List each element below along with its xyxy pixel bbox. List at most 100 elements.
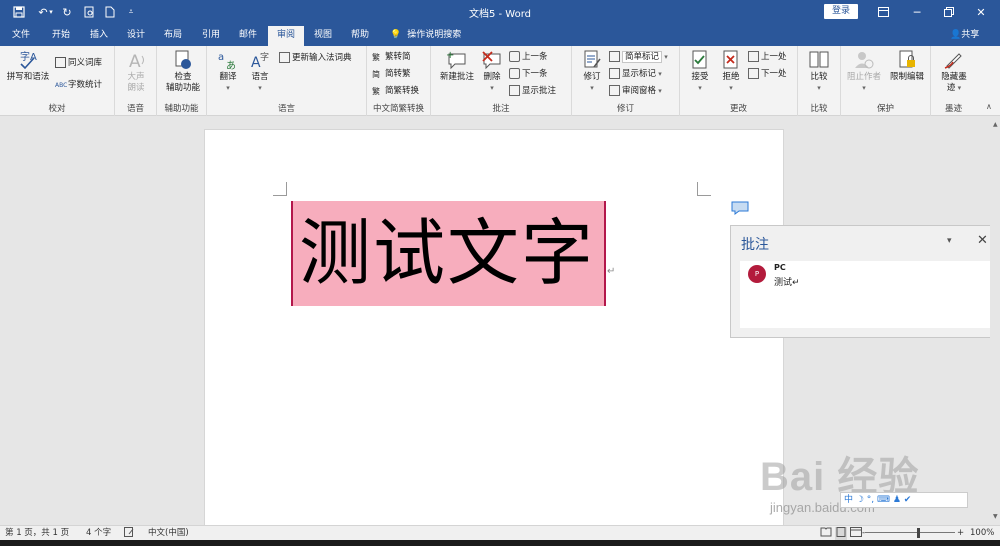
tracking-group-label: 修订 bbox=[616, 104, 634, 114]
language-group-label: 语言 bbox=[277, 104, 295, 114]
block-authors-icon bbox=[855, 52, 874, 69]
web-layout-icon[interactable] bbox=[850, 527, 862, 540]
zoom-out-button[interactable]: - bbox=[862, 527, 865, 540]
comment-balloon-icon[interactable] bbox=[731, 201, 749, 215]
traditional-to-simplified-button[interactable]: 繁繁转简 bbox=[372, 50, 411, 64]
comment-body[interactable]: 测试↵ bbox=[774, 275, 800, 288]
previous-comment-button[interactable]: 上一条 bbox=[509, 50, 548, 64]
proofing-group-label: 校对 bbox=[48, 104, 66, 114]
page-count[interactable]: 第 1 页，共 1 页 bbox=[5, 527, 69, 540]
svg-text:+: + bbox=[446, 50, 454, 61]
document-page[interactable]: 测试文字 ↵ bbox=[204, 129, 784, 529]
zoom-slider[interactable] bbox=[865, 532, 955, 533]
show-comments-button[interactable]: 显示批注 bbox=[509, 84, 556, 98]
group-tracking: 修订 ▾ 简单标记 ▾ 显示标记 ▾ 审阅窗格 ▾ 修订 bbox=[572, 46, 680, 116]
svg-text:字A: 字A bbox=[20, 50, 37, 63]
changes-group-label: 更改 bbox=[729, 104, 747, 114]
pane-close-icon[interactable]: ✕ bbox=[977, 233, 988, 248]
reviewing-pane-button[interactable]: 审阅窗格 ▾ bbox=[609, 84, 662, 98]
check-accessibility-button[interactable]: 检查 辅助功能 bbox=[162, 50, 204, 94]
tab-mailings[interactable]: 邮件 bbox=[233, 24, 263, 46]
language-button[interactable]: A字 语言 ▾ bbox=[245, 50, 275, 94]
document-text[interactable]: 测试文字 bbox=[299, 205, 595, 301]
language-status[interactable]: 中文(中国) bbox=[148, 527, 189, 540]
previous-change-button[interactable]: 上一处 bbox=[748, 50, 787, 64]
collapse-ribbon-icon[interactable]: ∧ bbox=[986, 102, 992, 111]
show-comments-label: 显示批注 bbox=[522, 86, 557, 96]
tab-design[interactable]: 设计 bbox=[121, 24, 151, 46]
compare-button[interactable]: 比较 ▾ bbox=[804, 50, 834, 94]
tab-view[interactable]: 视图 bbox=[308, 24, 338, 46]
update-ime-dictionary-button[interactable]: 更新输入法词典 bbox=[279, 51, 352, 65]
next-change-icon bbox=[748, 68, 759, 79]
track-dropdown-icon: ▾ bbox=[590, 84, 594, 92]
next-comment-icon bbox=[509, 68, 520, 79]
restore-icon[interactable] bbox=[932, 0, 966, 24]
language-icon: A字 bbox=[251, 51, 269, 70]
track-changes-button[interactable]: 修订 ▾ bbox=[578, 50, 606, 94]
spelling-label: 拼写和语法 bbox=[6, 72, 50, 82]
accept-button[interactable]: 接受 ▾ bbox=[686, 50, 714, 94]
tab-references[interactable]: 引用 bbox=[196, 24, 226, 46]
taskbar bbox=[0, 540, 1000, 546]
ime-toolbar[interactable]: 中 ☽ °, ⌨ ♟ ✔ bbox=[840, 492, 968, 508]
zoom-slider-thumb[interactable] bbox=[917, 528, 920, 538]
tab-layout[interactable]: 布局 bbox=[158, 24, 188, 46]
tell-me-search[interactable]: 💡 操作说明搜索 bbox=[390, 24, 461, 46]
zoom-in-button[interactable]: + bbox=[957, 527, 964, 540]
commented-text-highlight[interactable]: 测试文字 bbox=[291, 201, 606, 306]
hide-ink-button[interactable]: 隐藏墨 迹 ▾ bbox=[935, 50, 973, 94]
thesaurus-button[interactable]: 同义词库 bbox=[55, 56, 102, 70]
tab-insert[interactable]: 插入 bbox=[84, 24, 114, 46]
s2t-icon: 简 bbox=[372, 70, 380, 79]
show-markup-button[interactable]: 显示标记 ▾ bbox=[609, 67, 662, 81]
block-authors-button[interactable]: 阻止作者 ▾ bbox=[845, 50, 883, 94]
print-layout-icon[interactable] bbox=[835, 527, 847, 540]
new-comment-button[interactable]: + 新建批注 bbox=[437, 50, 477, 83]
compare-label: 比较 bbox=[810, 72, 828, 82]
hide-ink-dropdown-icon: ▾ bbox=[955, 84, 962, 92]
comment-card[interactable]: P PC 测试↵ bbox=[740, 261, 990, 328]
markup-dropdown-icon: ▾ bbox=[662, 53, 668, 61]
restrict-editing-button[interactable]: 限制编辑 bbox=[887, 50, 927, 83]
show-markup-label: 显示标记 bbox=[622, 69, 657, 79]
scroll-up-icon[interactable]: ▲ bbox=[993, 121, 998, 128]
t2s-label: 繁转简 bbox=[385, 52, 411, 62]
title-bar: ↶ ▾ ↻ ⩡ 文档5 - Word 登录 ─ ✕ bbox=[0, 0, 1000, 24]
tab-home[interactable]: 开始 bbox=[46, 24, 76, 46]
pane-options-icon[interactable]: ▾ bbox=[947, 236, 952, 246]
check-label-2: 辅助功能 bbox=[165, 83, 200, 93]
word-count-button[interactable]: ABC字数统计 bbox=[55, 78, 102, 92]
tab-review[interactable]: 审阅 bbox=[268, 26, 304, 46]
avatar: P bbox=[748, 265, 766, 283]
close-icon[interactable]: ✕ bbox=[964, 0, 998, 24]
ribbon-display-options-icon[interactable] bbox=[866, 0, 900, 24]
previous-change-label: 上一处 bbox=[761, 52, 787, 62]
reject-button[interactable]: 拒绝 ▾ bbox=[718, 50, 744, 94]
simplified-to-traditional-button[interactable]: 简简转繁 bbox=[372, 67, 411, 81]
login-button[interactable]: 登录 bbox=[824, 4, 858, 19]
word-count[interactable]: 4 个字 bbox=[86, 527, 111, 540]
zoom-level[interactable]: 100% bbox=[970, 527, 994, 540]
tab-file[interactable]: 文件 bbox=[6, 24, 36, 46]
hide-ink-label-1: 隐藏墨 bbox=[941, 72, 967, 82]
convert-icon: 繁 bbox=[372, 87, 380, 96]
read-aloud-button[interactable]: A 大声 朗读 bbox=[119, 50, 153, 94]
chinese-convert-button[interactable]: 繁简繁转换 bbox=[372, 84, 419, 98]
next-change-button[interactable]: 下一处 bbox=[748, 67, 787, 81]
delete-comment-button[interactable]: 删除 ▾ bbox=[479, 50, 505, 94]
read-mode-icon[interactable] bbox=[820, 527, 832, 540]
tab-help[interactable]: 帮助 bbox=[345, 24, 375, 46]
ribbon: 字A 拼写和语法 同义词库 ABC字数统计 校对 A 大声 朗读 语音 检查 辅… bbox=[0, 46, 1000, 116]
previous-comment-label: 上一条 bbox=[522, 52, 548, 62]
spelling-grammar-button[interactable]: 字A 拼写和语法 bbox=[4, 50, 52, 83]
check-label-1: 检查 bbox=[174, 72, 192, 82]
comments-pane-title: 批注 bbox=[741, 237, 769, 253]
display-for-review-select[interactable]: 简单标记 ▾ bbox=[609, 50, 668, 64]
next-comment-button[interactable]: 下一条 bbox=[509, 67, 548, 81]
protect-group-label: 保护 bbox=[876, 104, 894, 114]
share-button[interactable]: 👤共享 bbox=[950, 24, 979, 46]
minimize-icon[interactable]: ─ bbox=[900, 0, 934, 24]
translate-button[interactable]: aあ 翻译 ▾ bbox=[213, 50, 243, 94]
proofing-status-icon[interactable] bbox=[124, 527, 134, 540]
